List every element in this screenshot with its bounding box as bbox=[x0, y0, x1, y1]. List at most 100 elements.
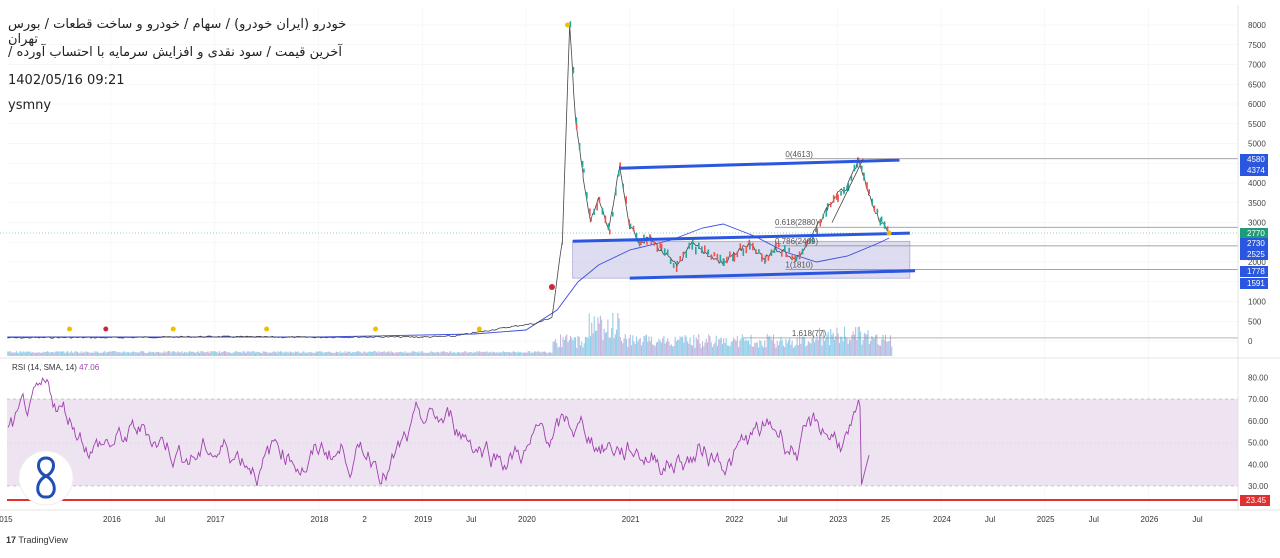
time-tick-label: 2026 bbox=[1141, 515, 1159, 524]
volume-bar bbox=[464, 351, 466, 356]
volume-bar bbox=[889, 335, 892, 356]
volume-bar bbox=[354, 352, 356, 356]
candle bbox=[732, 254, 734, 262]
volume-bar bbox=[125, 352, 127, 356]
volume-bar bbox=[281, 351, 283, 356]
volume-bar bbox=[764, 340, 766, 356]
candle bbox=[656, 244, 659, 252]
candle bbox=[583, 168, 585, 173]
channel-middle-line[interactable] bbox=[572, 231, 910, 243]
price-tick-label: 7500 bbox=[1248, 41, 1266, 50]
volume-bar bbox=[28, 351, 30, 356]
volume-bar bbox=[565, 336, 567, 356]
volume-bar bbox=[474, 352, 476, 356]
volume-bar bbox=[809, 342, 811, 356]
volume-bar bbox=[756, 341, 758, 356]
volume-bar bbox=[202, 351, 204, 356]
volume-bar bbox=[296, 351, 298, 356]
volume-bar bbox=[110, 351, 112, 356]
volume-bar bbox=[93, 352, 95, 356]
volume-bar bbox=[827, 331, 829, 356]
price-axis[interactable]: 0500100015002000250030003500400045005000… bbox=[1248, 21, 1266, 346]
volume-bar bbox=[377, 352, 379, 356]
volume-bar bbox=[206, 351, 208, 356]
volume-bar bbox=[165, 352, 167, 356]
volume-bar bbox=[189, 351, 191, 356]
volume-bar bbox=[441, 351, 443, 356]
volume-bar bbox=[582, 347, 584, 356]
volume-bar bbox=[167, 351, 169, 356]
volume-bar bbox=[522, 352, 524, 356]
volume-bar bbox=[495, 352, 497, 356]
time-axis[interactable]: 015 2016 Jul 2017 2018 2 2019 Jul 2020 2021 2022 Ju… bbox=[0, 515, 1203, 524]
volume-bar bbox=[472, 352, 474, 356]
volume-bar bbox=[386, 351, 389, 356]
volume-bar bbox=[211, 351, 213, 356]
candle bbox=[832, 195, 835, 203]
volume-bar bbox=[13, 352, 15, 356]
rsi-axis[interactable]: 30.00 40.00 50.00 60.00 70.00 80.00 bbox=[1248, 373, 1269, 491]
volume-bar bbox=[594, 330, 596, 356]
volume-bar bbox=[308, 352, 310, 356]
volume-bar bbox=[592, 333, 594, 356]
volume-bar bbox=[57, 351, 59, 356]
volume-bar bbox=[430, 351, 432, 356]
volume-bar bbox=[536, 351, 538, 356]
volume-bar bbox=[470, 351, 472, 356]
candle bbox=[861, 165, 863, 171]
volume-bar bbox=[685, 336, 687, 356]
event-marker bbox=[103, 326, 109, 332]
volume-bar bbox=[370, 351, 372, 356]
candle bbox=[704, 245, 706, 253]
volume-bar bbox=[135, 352, 137, 356]
time-tick-label: Jul bbox=[155, 515, 165, 524]
volume-bar bbox=[283, 352, 285, 356]
volume-bar bbox=[192, 351, 194, 356]
volume-bar bbox=[491, 352, 493, 356]
volume-bar bbox=[256, 351, 258, 356]
volume-bar bbox=[180, 352, 182, 356]
volume-bar bbox=[751, 346, 753, 356]
volume-bar bbox=[434, 352, 436, 356]
volume-bar bbox=[263, 351, 265, 356]
volume-bar bbox=[324, 352, 326, 356]
volume-bar bbox=[403, 352, 405, 356]
candle bbox=[701, 246, 703, 254]
time-tick-label: 2018 bbox=[311, 515, 329, 524]
volume-bar bbox=[86, 351, 89, 356]
volume-bar bbox=[502, 351, 504, 356]
price-tick-label: 1000 bbox=[1248, 298, 1266, 307]
volume-bar bbox=[548, 351, 550, 356]
volume-bar bbox=[533, 351, 535, 356]
volume-bar bbox=[18, 352, 20, 356]
volume-bar bbox=[745, 339, 747, 356]
volume-bar bbox=[94, 351, 96, 356]
volume-bar bbox=[317, 351, 319, 356]
volume-bar bbox=[141, 351, 143, 356]
candle bbox=[880, 216, 883, 222]
candle bbox=[767, 255, 770, 261]
volume-bar bbox=[729, 346, 731, 356]
volume-bar bbox=[538, 351, 540, 356]
volume-bar bbox=[339, 351, 341, 356]
volume-bar bbox=[614, 334, 616, 356]
volume-bar bbox=[599, 315, 601, 356]
volume-bar bbox=[365, 352, 367, 356]
volume-bar bbox=[807, 341, 809, 356]
volume-bar bbox=[316, 351, 318, 356]
volume-bar bbox=[299, 352, 301, 356]
volume-bar bbox=[420, 351, 422, 356]
chart-svg[interactable]: RSI (14, SMA, 14) 47.06 0500100015002000… bbox=[0, 0, 1280, 553]
volume-bar bbox=[811, 338, 813, 356]
volume-bar bbox=[720, 337, 722, 356]
trend-line[interactable] bbox=[831, 158, 864, 223]
volume-bar bbox=[43, 351, 45, 356]
volume-bar bbox=[505, 352, 507, 356]
candle bbox=[733, 253, 736, 262]
volume-bar bbox=[879, 345, 882, 356]
volume-bar bbox=[38, 352, 40, 356]
volume-bar bbox=[137, 352, 140, 356]
volume-bar bbox=[352, 352, 354, 356]
volume-bar bbox=[62, 351, 64, 356]
chart-subtitle: آخرین قیمت / سود نقدی و افزایش سرمایه با… bbox=[8, 45, 342, 60]
